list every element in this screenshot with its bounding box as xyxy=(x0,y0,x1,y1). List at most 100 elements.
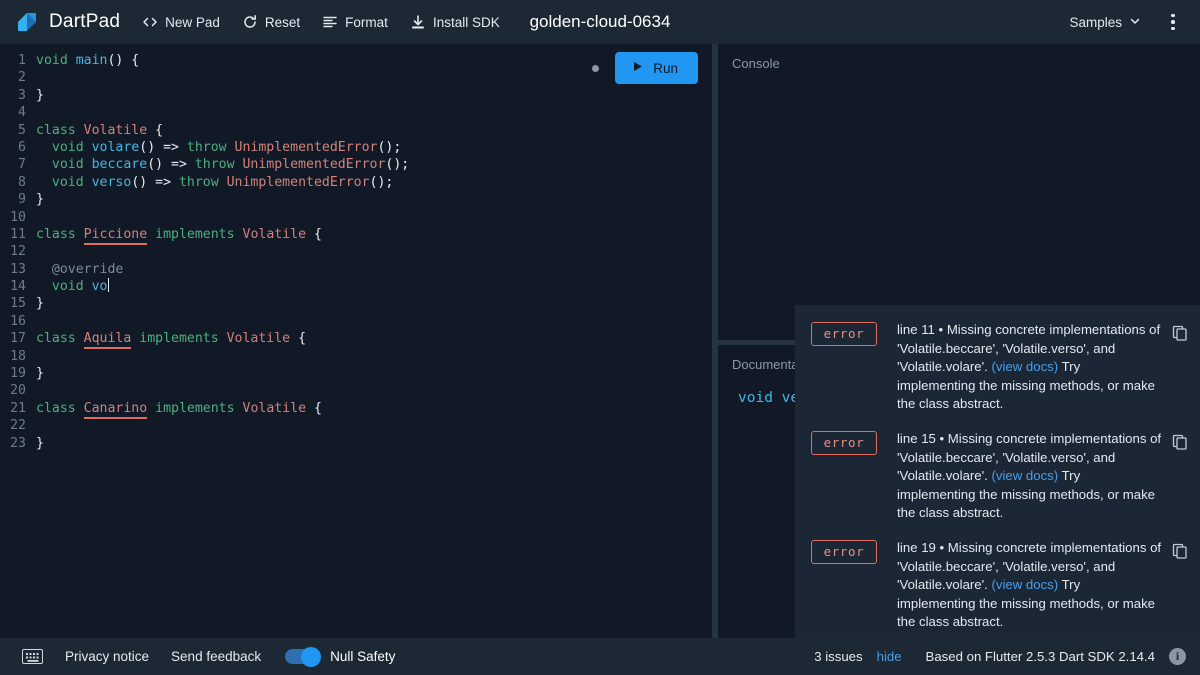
code-token: implements xyxy=(155,400,235,416)
line-number: 11 xyxy=(10,226,26,242)
code-token: implements xyxy=(139,331,219,347)
samples-dropdown[interactable]: Samples xyxy=(1063,9,1148,36)
line-number: 16 xyxy=(10,313,26,329)
play-icon xyxy=(631,60,644,76)
code-token: (); xyxy=(377,139,402,155)
code-token: void xyxy=(51,139,84,155)
app-footer: Privacy notice Send feedback Null Safety… xyxy=(0,638,1200,675)
run-label: Run xyxy=(653,60,678,76)
error-token: Piccione xyxy=(83,226,148,245)
line-number: 22 xyxy=(10,418,26,434)
code-editor-content[interactable]: 1 void main() {2 3} 4 5 class Volatile {6 voi… xyxy=(0,52,409,452)
code-line: 21 class Canarino implements Volatile { xyxy=(0,400,409,419)
code-line: 14 void vo xyxy=(0,278,409,295)
code-token: Volatile xyxy=(242,226,307,242)
dartpad-app: DartPad New Pad Reset Format Install SDK… xyxy=(0,0,1200,675)
code-token: } xyxy=(36,296,44,312)
dart-logo-icon xyxy=(14,9,40,35)
view-docs-link[interactable]: (view docs) xyxy=(991,468,1058,483)
code-line: 6 void volare() => throw UnimplementedEr… xyxy=(0,139,409,156)
code-token: throw xyxy=(178,174,219,190)
issue-item[interactable]: error line 11 • Missing concrete impleme… xyxy=(795,305,1200,414)
text-caret xyxy=(107,278,109,293)
code-token: Volatile xyxy=(83,122,148,138)
code-token: void xyxy=(51,279,84,295)
issue-item[interactable]: error line 19 • Missing concrete impleme… xyxy=(795,523,1200,632)
privacy-notice-link[interactable]: Privacy notice xyxy=(65,649,149,664)
line-number: 7 xyxy=(18,157,26,173)
code-line: 12 xyxy=(0,243,409,260)
code-token: class xyxy=(36,226,76,242)
error-token: Aquila xyxy=(83,331,132,350)
install-sdk-button[interactable]: Install SDK xyxy=(410,14,500,30)
view-docs-link[interactable]: (view docs) xyxy=(991,577,1058,592)
brand-name: DartPad xyxy=(49,11,121,32)
kebab-dot xyxy=(1171,13,1175,18)
code-token: { xyxy=(290,331,307,347)
code-token: } xyxy=(36,87,44,103)
code-token: } xyxy=(36,435,44,451)
code-line: 2 xyxy=(0,69,409,86)
code-line: 23} xyxy=(0,435,409,452)
copy-icon[interactable] xyxy=(1170,541,1190,561)
code-line: 3} xyxy=(0,87,409,104)
code-line: 4 xyxy=(0,104,409,121)
kebab-menu-icon[interactable] xyxy=(1158,7,1188,37)
console-label: Console xyxy=(732,56,780,71)
reset-button[interactable]: Reset xyxy=(242,14,300,30)
copy-icon[interactable] xyxy=(1170,432,1190,452)
code-line: 11 class Piccione implements Volatile { xyxy=(0,226,409,245)
keyboard-icon[interactable] xyxy=(22,649,43,664)
view-docs-link[interactable]: (view docs) xyxy=(991,359,1058,374)
code-token: class xyxy=(36,400,76,416)
code-token: UnimplementedError xyxy=(226,174,370,190)
code-line: 5 class Volatile { xyxy=(0,122,409,139)
new-pad-button[interactable]: New Pad xyxy=(142,14,220,30)
new-pad-label: New Pad xyxy=(165,14,220,30)
download-icon xyxy=(410,14,426,30)
code-line: 8 void verso() => throw UnimplementedErr… xyxy=(0,174,409,191)
hide-issues-link[interactable]: hide xyxy=(877,649,902,664)
code-token: Volatile xyxy=(226,331,291,347)
issue-body: line 11 • Missing concrete implementatio… xyxy=(877,321,1170,414)
console-pane: Console xyxy=(718,44,1200,340)
code-token: void xyxy=(51,157,84,173)
code-editor-pane[interactable]: 1 void main() {2 3} 4 5 class Volatile {6 voi… xyxy=(0,44,712,638)
line-number: 18 xyxy=(10,348,26,364)
issue-item[interactable]: error line 15 • Missing concrete impleme… xyxy=(795,414,1200,523)
brand: DartPad xyxy=(14,9,120,35)
info-icon[interactable]: i xyxy=(1169,648,1186,665)
code-token: (); xyxy=(385,157,410,173)
send-feedback-link[interactable]: Send feedback xyxy=(171,649,261,664)
header-right-group: Samples xyxy=(1063,0,1188,44)
format-button[interactable]: Format xyxy=(322,14,388,30)
line-number: 6 xyxy=(18,139,26,155)
line-number: 9 xyxy=(18,192,26,208)
code-token: { xyxy=(147,122,164,138)
run-button[interactable]: Run xyxy=(615,52,698,84)
reset-label: Reset xyxy=(264,14,301,30)
line-number: 10 xyxy=(10,209,26,225)
null-safety-toggle[interactable] xyxy=(285,646,322,667)
code-token: implements xyxy=(155,226,235,242)
copy-icon[interactable] xyxy=(1170,323,1190,343)
code-token: class xyxy=(36,331,76,347)
refresh-icon xyxy=(242,14,258,30)
line-number: 13 xyxy=(10,261,26,277)
code-line: 17 class Aquila implements Volatile { xyxy=(0,330,409,350)
code-token: { xyxy=(306,226,322,242)
line-number: 14 xyxy=(10,279,26,295)
line-number: 15 xyxy=(10,296,26,312)
